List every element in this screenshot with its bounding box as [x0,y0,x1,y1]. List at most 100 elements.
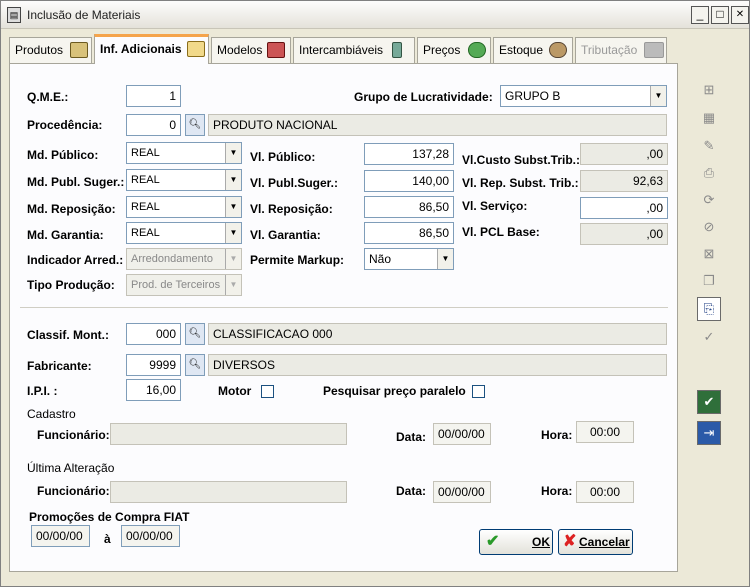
tab-label: Intercambiáveis [299,43,384,57]
cadastro-funcionario-label: Funcionário: [37,428,110,442]
vl-servico-label: Vl. Serviço: [462,199,528,213]
ok-button[interactable]: ✔ OK [479,529,553,555]
vl-publ-suger-input[interactable]: 140,00 [364,170,454,192]
ipi-label: I.P.I. : [27,384,58,398]
qme-label: Q.M.E.: [27,90,69,104]
tab-label: Preços [423,43,461,57]
md-garantia-select[interactable]: REAL ▼ [126,222,242,244]
delete-icon[interactable]: ⊠ [697,242,721,266]
cancel-button[interactable]: ✘ Cancelar [558,529,633,555]
grupo-lucratividade-select[interactable]: GRUPO B ▼ [500,85,667,107]
chevron-down-icon: ▼ [225,143,241,163]
tab-label: Tributação [581,43,638,57]
fabricante-lookup-button[interactable]: 🔍︎ [185,354,205,376]
preview-icon[interactable]: ⎙ [697,161,721,185]
promocoes-title: Promoções de Compra FIAT [29,510,190,524]
tab-produtos[interactable]: Produtos [9,37,92,63]
tab-estoque[interactable]: Estoque [493,37,573,63]
promocoes-de-field[interactable]: 00/00/00 [31,525,90,547]
chevron-down-icon: ▼ [225,197,241,217]
copy-icon[interactable]: ❐ [697,269,721,293]
exit-icon[interactable]: ⇥ [697,421,721,445]
table-icon[interactable]: ▦ [697,106,721,130]
pesquisar-preco-checkbox[interactable] [472,385,485,398]
tab-precos[interactable]: Preços [417,37,491,63]
md-publico-label: Md. Público: [27,148,99,162]
tree-icon[interactable]: ⊞ [697,78,721,102]
parts-icon [392,42,402,58]
confirm-icon[interactable]: ✔ [697,390,721,414]
vl-reposicao-input[interactable]: 86,50 [364,196,454,218]
folder-icon [187,41,205,57]
tipo-producao-label: Tipo Produção: [27,278,115,292]
md-garantia-label: Md. Garantia: [27,228,104,242]
md-publico-select[interactable]: REAL ▼ [126,142,242,164]
refresh-icon[interactable]: ⟳ [697,188,721,212]
pencil-icon[interactable]: ✎ [697,134,721,158]
procedencia-lookup-button[interactable]: 🔍︎ [185,114,205,136]
vl-custo-subst-label: Vl.Custo Subst.Trib.: [462,153,581,167]
motor-checkbox[interactable] [261,385,274,398]
tab-intercambiaveis[interactable]: Intercambiáveis [293,37,415,63]
pesquisar-preco-label: Pesquisar preço paralelo [323,384,466,398]
ultima-alteracao-title: Última Alteração [27,461,115,475]
search-icon: 🔍︎ [188,359,202,370]
tab-tributacao[interactable]: Tributação [575,37,667,63]
cancel-label: Cancelar [579,535,630,549]
vl-rep-subst-label: Vl. Rep. Subst. Trib.: [462,176,579,190]
ok-label: OK [532,535,550,549]
ultima-hora-label: Hora: [541,484,573,498]
indicador-arred-select: Arredondamento ▼ [126,248,242,270]
fabricante-code-input[interactable]: 9999 [126,354,181,376]
ipi-input[interactable]: 16,00 [126,379,181,401]
check-icon[interactable]: ✓ [697,325,721,349]
classif-mont-lookup-button[interactable]: 🔍︎ [185,323,205,345]
cadastro-title: Cadastro [27,407,76,421]
indicador-arred-label: Indicador Arred.: [27,253,124,267]
permite-markup-select[interactable]: Não ▼ [364,248,454,270]
close-button[interactable]: ✕ [731,6,749,24]
vl-reposicao-label: Vl. Reposição: [250,202,333,216]
cancel-refresh-icon[interactable]: ⊘ [697,215,721,239]
chevron-down-icon: ▼ [225,170,241,190]
minimize-button[interactable]: _ [691,6,709,24]
cadastro-data-field: 00/00/00 [433,423,491,445]
ultima-funcionario-field [110,481,347,503]
qme-input[interactable]: 1 [126,85,181,107]
vl-publico-label: Vl. Público: [250,150,316,164]
chevron-down-icon: ▼ [225,223,241,243]
indicador-arred-value: Arredondamento [131,253,213,265]
vl-publico-input[interactable]: 137,28 [364,143,454,165]
vl-garantia-input[interactable]: 86,50 [364,222,454,244]
tab-label: Produtos [15,43,64,57]
tab-panel-inf-adicionais: Q.M.E.: 1 Grupo de Lucratividade: GRUPO … [9,63,678,572]
ultima-funcionario-label: Funcionário: [37,484,110,498]
search-icon: 🔍︎ [188,328,202,339]
procedencia-code-input[interactable]: 0 [126,114,181,136]
vl-servico-input[interactable]: ,00 [580,197,668,219]
maximize-button[interactable]: □ [711,6,729,24]
tab-label: Estoque [499,43,544,57]
chevron-down-icon: ▼ [225,275,241,295]
md-publ-suger-value: REAL [131,174,160,186]
md-reposicao-value: REAL [131,201,160,213]
tab-label: Inf. Adicionais [100,42,182,56]
print-icon[interactable]: ⎘ [697,297,721,321]
x-icon: ✘ [563,533,577,550]
tipo-producao-select: Prod. de Terceiros ▼ [126,274,242,296]
md-publico-value: REAL [131,147,160,159]
md-reposicao-select[interactable]: REAL ▼ [126,196,242,218]
md-publ-suger-select[interactable]: REAL ▼ [126,169,242,191]
permite-markup-value: Não [369,252,392,266]
tab-inf-adicionais[interactable]: Inf. Adicionais [94,34,209,64]
money-bag-icon [468,42,486,58]
window: ▤ Inclusão de Materiais _ □ ✕ Produtos I… [0,0,750,587]
chevron-down-icon: ▼ [650,86,666,106]
fabricante-label: Fabricante: [27,359,92,373]
classif-mont-code-input[interactable]: 000 [126,323,181,345]
divider [20,307,668,308]
tab-modelos[interactable]: Modelos [211,37,291,63]
stock-icon [549,42,567,58]
cadastro-data-label: Data: [396,430,427,444]
promocoes-ate-field[interactable]: 00/00/00 [121,525,180,547]
